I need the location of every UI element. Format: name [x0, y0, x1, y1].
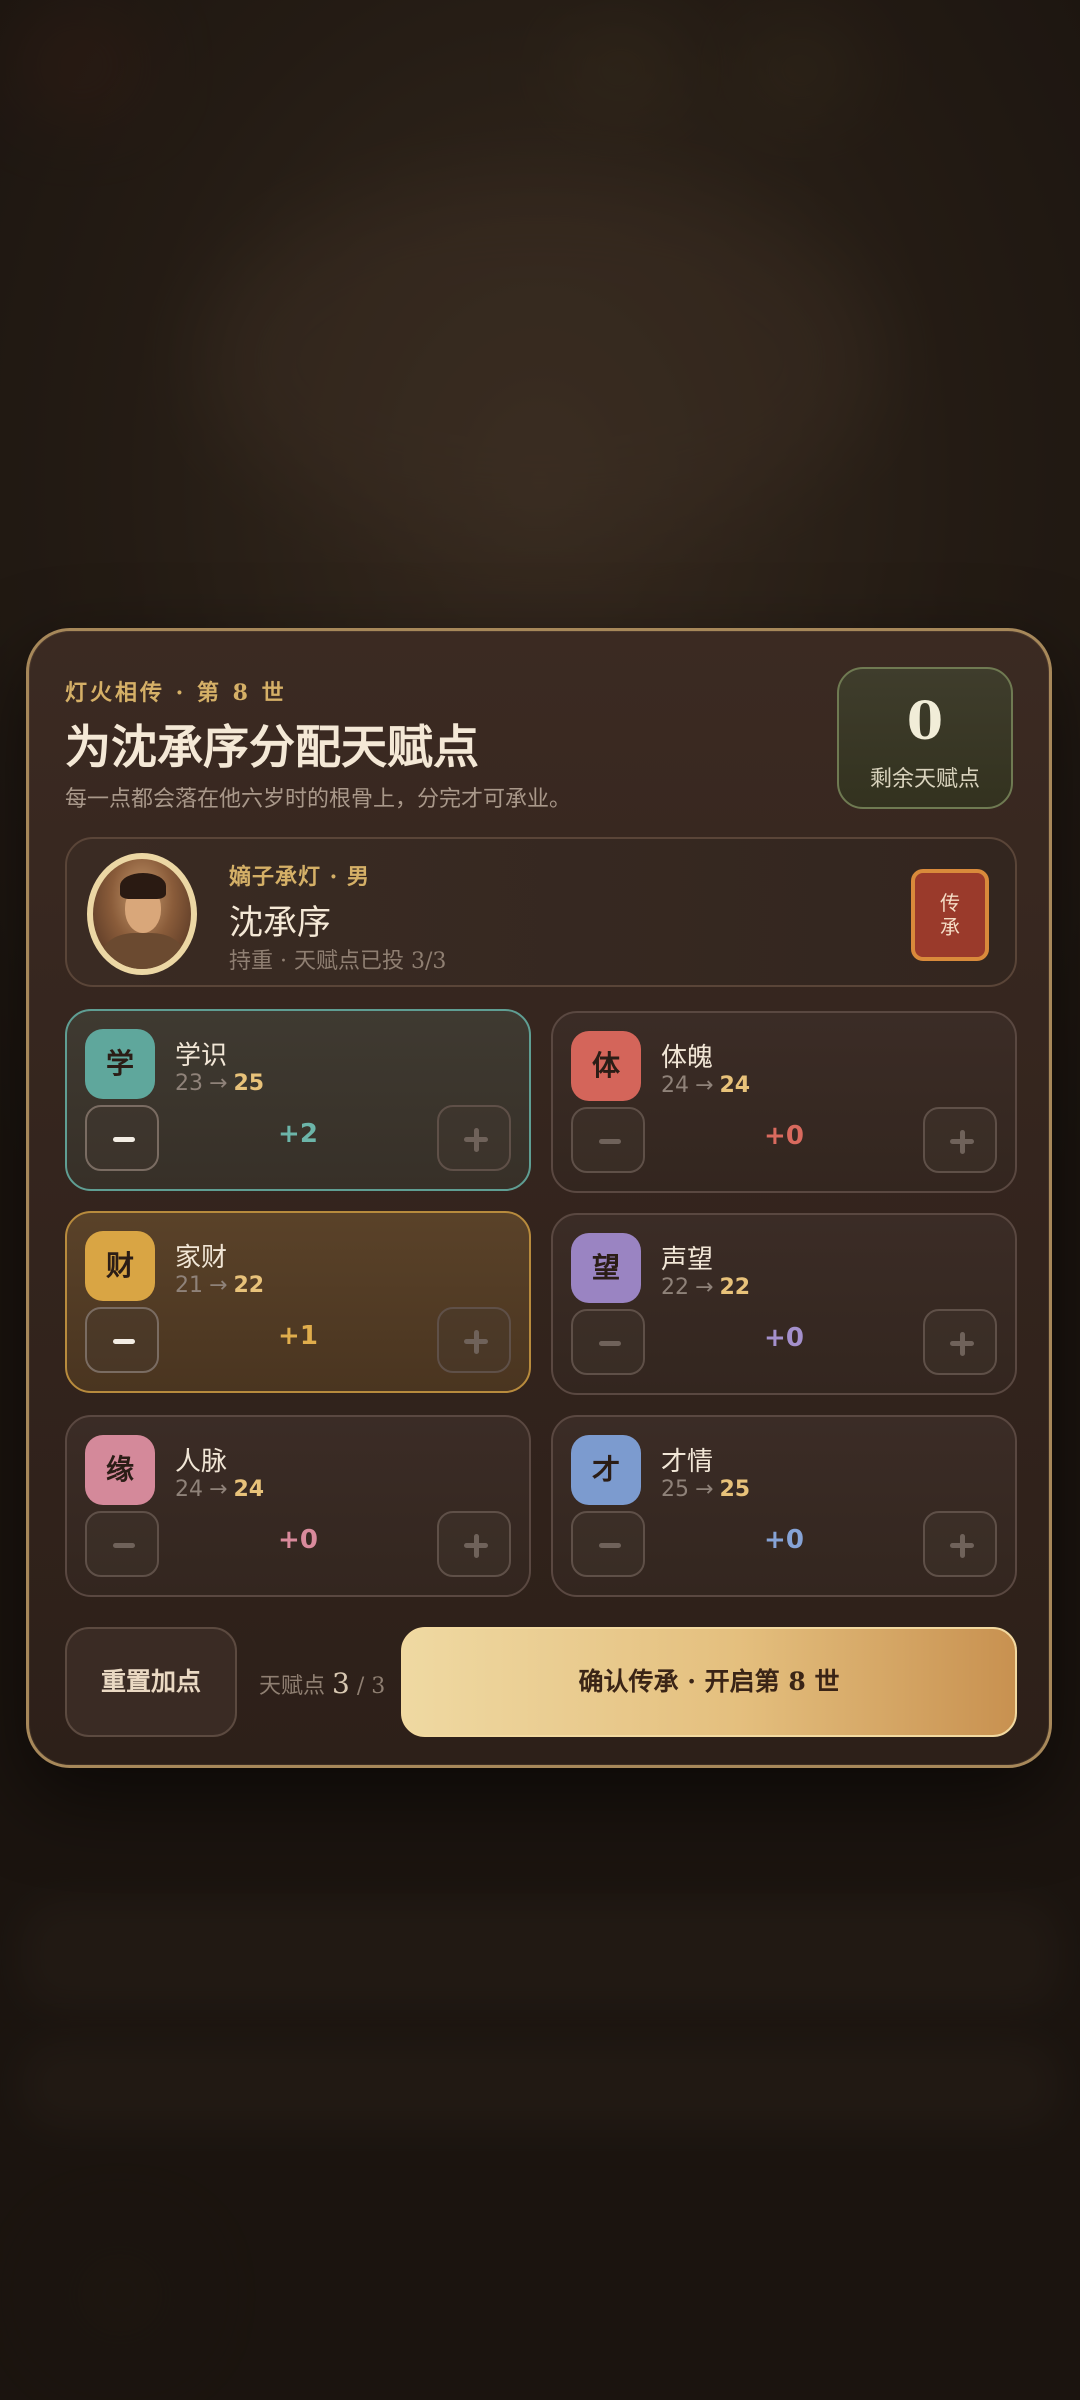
- seal-text: 传承: [940, 891, 960, 939]
- increase-button[interactable]: [437, 1511, 511, 1577]
- attr-stat: 24 → 24: [661, 1073, 750, 1098]
- heir-card: 嫡子承灯 · 男 沈承序 持重 · 天赋点已投 3/3 传承: [65, 837, 1017, 987]
- arrow-icon: →: [209, 1071, 228, 1096]
- attr-stat: 21 → 22: [175, 1273, 264, 1298]
- arrow-icon: →: [209, 1477, 228, 1502]
- attr-base: 24: [661, 1073, 689, 1098]
- attr-card-tipo: 体 体魄 24 → 24 +0: [551, 1011, 1017, 1193]
- attr-new: 25: [233, 1071, 265, 1096]
- heir-avatar: [87, 853, 197, 975]
- increase-button[interactable]: [437, 1307, 511, 1373]
- attr-card-shengwang: 望 声望 22 → 22 +0: [551, 1213, 1017, 1395]
- remaining-points-box: 0 剩余天赋点: [837, 667, 1013, 809]
- attr-card-renmai: 缘 人脉 24 → 24 +0: [65, 1415, 531, 1597]
- increase-button[interactable]: [923, 1107, 997, 1173]
- attr-name: 学识: [175, 1041, 228, 1071]
- attr-name: 家财: [175, 1243, 228, 1273]
- dialog-subtitle: 每一点都会落在他六岁时的根骨上，分完才可承业。: [65, 787, 572, 812]
- attr-base: 25: [661, 1477, 689, 1502]
- increase-button[interactable]: [923, 1511, 997, 1577]
- attr-stat: 23 → 25: [175, 1071, 264, 1096]
- attr-stat: 22 → 22: [661, 1275, 750, 1300]
- increase-button[interactable]: [923, 1309, 997, 1375]
- arrow-icon: →: [695, 1477, 714, 1502]
- allocation-total: 3: [371, 1674, 386, 1699]
- attr-new: 22: [233, 1273, 265, 1298]
- reset-button[interactable]: 重置加点: [65, 1627, 237, 1737]
- heir-lineage: 嫡子承灯 · 男: [229, 864, 370, 890]
- attr-name: 声望: [661, 1245, 714, 1275]
- attr-new: 22: [719, 1275, 751, 1300]
- allocation-counter: 天赋点 3 / 3: [259, 1667, 385, 1700]
- attr-badge: 缘: [85, 1435, 155, 1505]
- attr-badge: 望: [571, 1233, 641, 1303]
- attr-card-jiacai: 财 家财 21 → 22 +1: [65, 1211, 531, 1393]
- arrow-icon: →: [695, 1073, 714, 1098]
- attr-name: 才情: [661, 1447, 714, 1477]
- increase-button[interactable]: [437, 1105, 511, 1171]
- attr-badge: 才: [571, 1435, 641, 1505]
- dialog-title: 为沈承序分配天赋点: [65, 720, 479, 774]
- attr-new: 24: [233, 1477, 265, 1502]
- generation-eyebrow: 灯火相传 · 第 8 世: [65, 680, 287, 706]
- allocation-sep: /: [356, 1674, 365, 1699]
- attr-badge: 财: [85, 1231, 155, 1301]
- heir-name: 沈承序: [229, 903, 331, 943]
- inheritance-seal: 传承: [911, 869, 989, 961]
- allocation-used: 3: [332, 1667, 350, 1700]
- remaining-points-label: 剩余天赋点: [869, 767, 980, 792]
- remaining-points-value: 0: [906, 691, 944, 752]
- attr-base: 24: [175, 1477, 203, 1502]
- attr-new: 25: [719, 1477, 751, 1502]
- heir-meta: 持重 · 天赋点已投 3/3: [229, 949, 447, 974]
- attr-card-caiqing: 才 才情 25 → 25 +0: [551, 1415, 1017, 1597]
- attr-badge: 学: [85, 1029, 155, 1099]
- attr-name: 人脉: [175, 1447, 228, 1477]
- attr-new: 24: [719, 1073, 751, 1098]
- arrow-icon: →: [695, 1275, 714, 1300]
- allocation-label: 天赋点: [259, 1674, 326, 1699]
- attr-stat: 24 → 24: [175, 1477, 264, 1502]
- attr-base: 21: [175, 1273, 203, 1298]
- attr-badge: 体: [571, 1031, 641, 1101]
- confirm-inheritance-button[interactable]: 确认传承 · 开启第 8 世: [401, 1627, 1017, 1737]
- attr-base: 22: [661, 1275, 689, 1300]
- attr-name: 体魄: [661, 1043, 714, 1073]
- attr-base: 23: [175, 1071, 203, 1096]
- talent-allocation-dialog: 灯火相传 · 第 8 世 为沈承序分配天赋点 每一点都会落在他六岁时的根骨上，分…: [26, 628, 1052, 1768]
- attr-card-xueshi: 学 学识 23 → 25 +2: [65, 1009, 531, 1191]
- attr-stat: 25 → 25: [661, 1477, 750, 1502]
- arrow-icon: →: [209, 1273, 228, 1298]
